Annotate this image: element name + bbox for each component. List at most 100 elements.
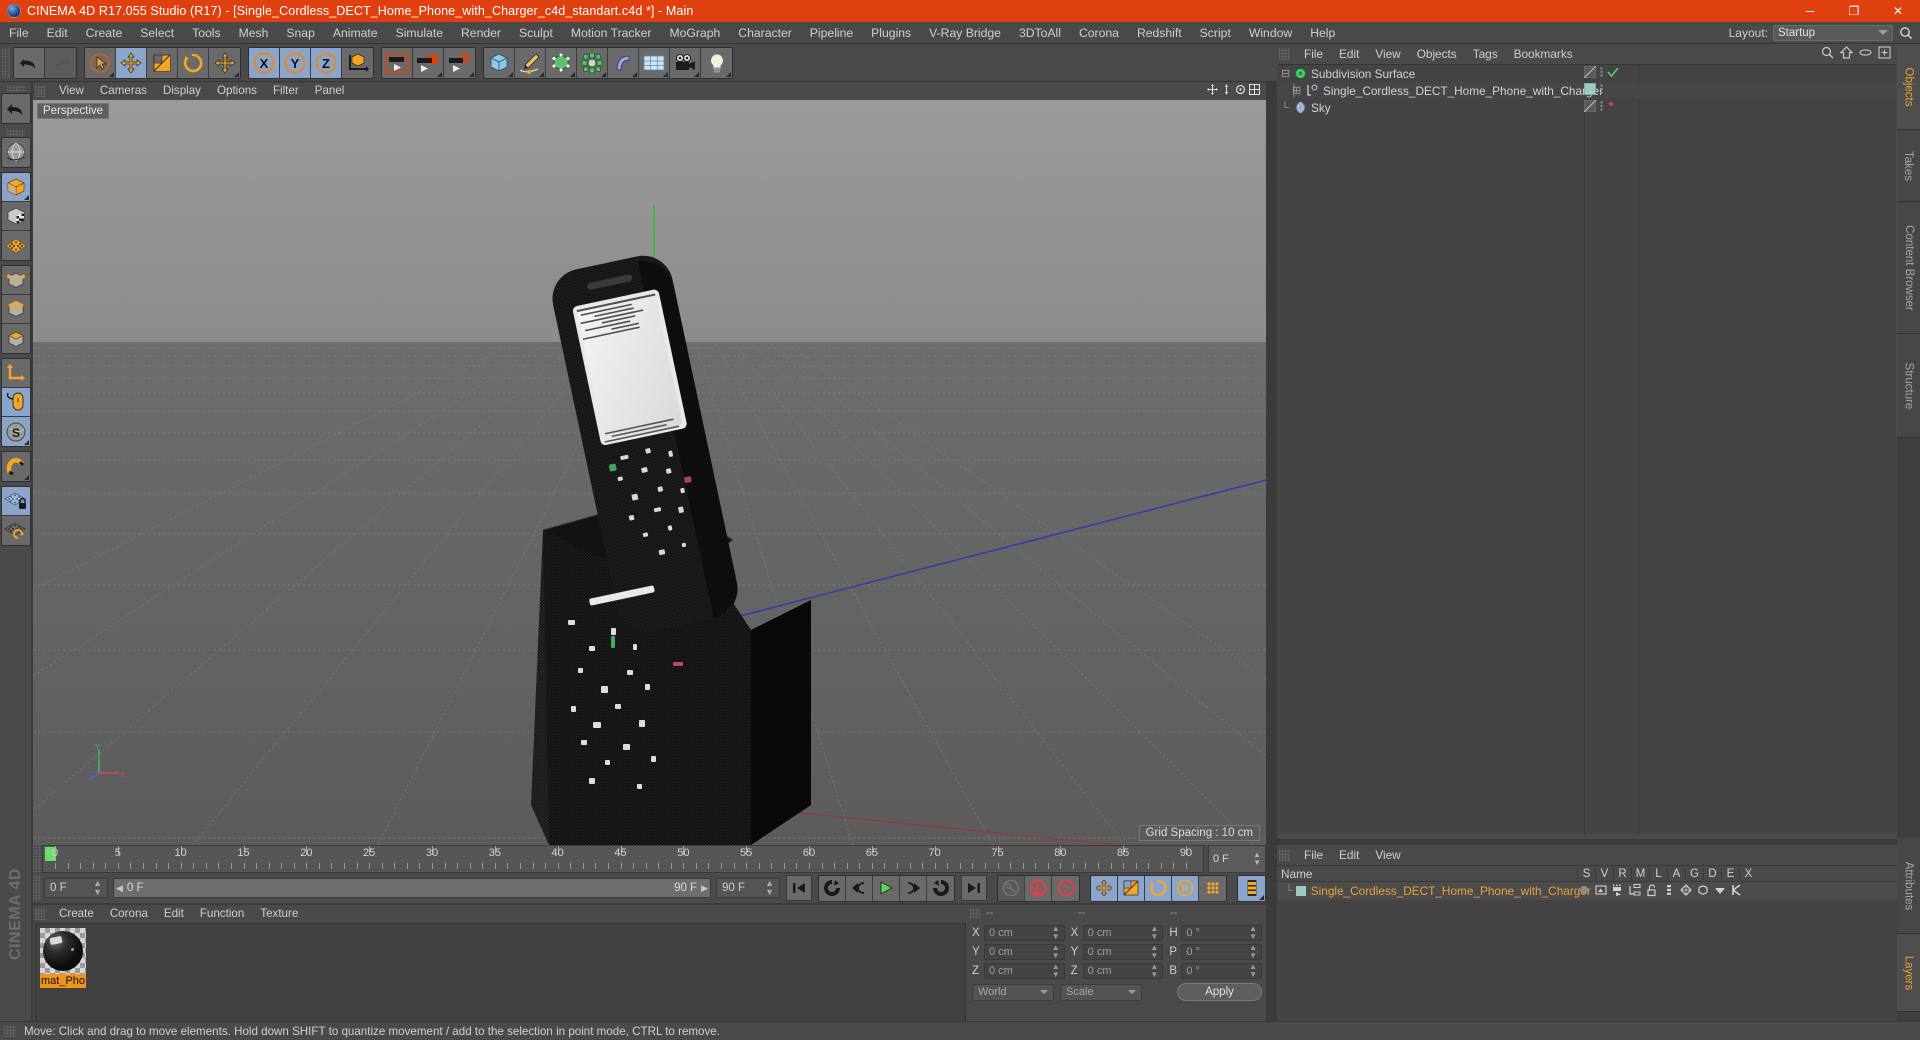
menu-item-corona[interactable]: Corona (1070, 22, 1128, 44)
material-menu-corona[interactable]: Corona (102, 905, 156, 923)
coordinate-system-select[interactable]: World (972, 983, 1054, 1001)
layer-column-r[interactable]: R (1613, 867, 1631, 880)
rotate-icon[interactable] (1235, 84, 1246, 98)
model-mode-button[interactable] (1, 173, 30, 202)
viewport-menu-options[interactable]: Options (209, 82, 265, 100)
rotation-h-field[interactable]: 0 ° ▲ ▼ (1181, 924, 1263, 941)
object-manager-grip[interactable] (1279, 48, 1290, 60)
layer-color-swatch[interactable] (1295, 886, 1306, 896)
left-toolbar-grip[interactable] (6, 85, 25, 92)
lock-z-axis-button[interactable]: Z (311, 47, 342, 78)
expression-toggle-icon[interactable] (1713, 883, 1727, 900)
add-light-button[interactable] (701, 47, 732, 78)
menu-item-redshift[interactable]: Redshift (1128, 22, 1191, 44)
workplane-lock-button[interactable] (1, 487, 30, 516)
render-view-button[interactable] (382, 47, 413, 78)
left-toolbar-grip-2[interactable] (6, 129, 25, 136)
workplane-mode-button[interactable] (1, 231, 30, 260)
deformer-toggle-icon[interactable] (1696, 883, 1710, 900)
material-name[interactable]: mat_Pho (40, 974, 86, 988)
display-tag-icon[interactable] (1583, 99, 1597, 115)
menu-item-create[interactable]: Create (77, 22, 132, 44)
menu-item-motion-tracker[interactable]: Motion Tracker (562, 22, 661, 44)
position-y-field[interactable]: 0 cm ▲ ▼ (984, 943, 1065, 960)
lock-toggle-icon[interactable] (1645, 883, 1659, 900)
generator-toggle-icon[interactable] (1679, 883, 1693, 900)
pan-icon[interactable] (1207, 84, 1218, 98)
menu-item-script[interactable]: Script (1191, 22, 1240, 44)
layer-menu-file[interactable]: File (1296, 845, 1331, 865)
menu-item-file[interactable]: File (0, 22, 38, 44)
layer-column-m[interactable]: M (1631, 867, 1649, 880)
previous-keyframe-button[interactable] (846, 875, 873, 901)
object-row-phone[interactable]: ├ ⊞ Single_Cordless_DECT_Home_Phone_with… (1278, 82, 1896, 99)
material-menu-texture[interactable]: Texture (252, 905, 306, 923)
keyframe-help-button[interactable]: ? (1052, 875, 1079, 901)
tag-dots-icon[interactable] (1599, 66, 1604, 81)
vtab-objects[interactable]: Objects (1897, 44, 1920, 130)
record-active-objects-button[interactable] (998, 875, 1025, 901)
expand-icon[interactable] (1878, 46, 1891, 62)
menu-item-edit[interactable]: Edit (38, 22, 77, 44)
search-icon[interactable] (1821, 46, 1834, 62)
toolbar-grip[interactable] (2, 47, 10, 78)
lock-x-axis-button[interactable]: X (249, 47, 280, 78)
object-row-subdivision-surface[interactable]: ⊟ Subdivision Surface (1278, 65, 1896, 82)
rotation-p-field[interactable]: 0 ° ▲ ▼ (1181, 943, 1263, 960)
close-button[interactable]: ✕ (1876, 0, 1920, 22)
range-left-arrow-icon[interactable]: ◀ (116, 883, 123, 894)
play-button[interactable] (873, 875, 900, 901)
material-menu-edit[interactable]: Edit (156, 905, 192, 923)
spinner-icon[interactable]: ▲ ▼ (765, 879, 774, 897)
object-menu-edit[interactable]: Edit (1331, 44, 1367, 64)
texture-mode-button[interactable] (1, 202, 30, 231)
maximize-icon[interactable] (1248, 83, 1261, 98)
menu-item-pipeline[interactable]: Pipeline (801, 22, 862, 44)
display-tag-icon[interactable] (1583, 65, 1597, 81)
tag-dots-icon[interactable] (1599, 100, 1604, 115)
rotate-tool[interactable] (178, 47, 209, 78)
move-alt-tool[interactable] (209, 47, 240, 78)
add-scene-button[interactable] (639, 47, 670, 78)
menu-item-snap[interactable]: Snap (277, 22, 323, 44)
vtab-content-browser[interactable]: Content Browser (1897, 202, 1920, 334)
world-object-coord-button[interactable] (342, 47, 373, 78)
redo-button[interactable] (45, 47, 76, 78)
add-generator-button[interactable] (546, 47, 577, 78)
add-cube-button[interactable] (484, 47, 515, 78)
position-x-field[interactable]: 0 cm ▲ ▼ (984, 924, 1065, 941)
undo-button[interactable] (14, 47, 45, 78)
spinner-icon[interactable]: ▲ ▼ (93, 879, 102, 897)
solo-toggle-icon[interactable] (1577, 883, 1591, 900)
current-frame-field[interactable]: 0 F ▲ ▼ (44, 878, 108, 898)
menu-item-simulate[interactable]: Simulate (387, 22, 452, 44)
viewport-menu-display[interactable]: Display (155, 82, 209, 100)
vtab-structure[interactable]: Structure (1897, 334, 1920, 438)
layer-menu-edit[interactable]: Edit (1331, 845, 1367, 865)
material-menu-function[interactable]: Function (192, 905, 252, 923)
spinner-icon[interactable]: ▲ ▼ (1150, 924, 1158, 941)
material-menu-create[interactable]: Create (51, 905, 102, 923)
go-to-start-button[interactable] (786, 875, 812, 901)
viewport-grip[interactable] (35, 85, 45, 97)
ellipse-icon[interactable] (1859, 46, 1872, 62)
object-menu-view[interactable]: View (1367, 44, 1408, 64)
undo-view-button[interactable] (1, 94, 30, 123)
menu-item-animate[interactable]: Animate (324, 22, 387, 44)
material-thumbnail[interactable] (40, 928, 86, 974)
material-list[interactable]: mat_Pho (35, 923, 966, 1031)
layer-column-d[interactable]: D (1703, 867, 1721, 880)
material-manager-grip[interactable] (35, 908, 45, 920)
render-settings-button[interactable] (444, 47, 475, 78)
material-tag-icon[interactable] (1583, 82, 1597, 98)
timeline-grip[interactable] (33, 845, 42, 873)
apply-button[interactable]: Apply (1177, 983, 1262, 1001)
expander-minus-icon[interactable]: ⊟ (1278, 67, 1294, 80)
add-spline-button[interactable] (515, 47, 546, 78)
zoom-icon[interactable] (1221, 84, 1232, 98)
play-reverse-loop-button[interactable] (819, 875, 846, 901)
size-x-field[interactable]: 0 cm ▲ ▼ (1082, 924, 1164, 941)
menu-item-tools[interactable]: Tools (183, 22, 229, 44)
visible-toggle-icon[interactable] (1594, 883, 1608, 900)
layer-column-g[interactable]: G (1685, 867, 1703, 880)
